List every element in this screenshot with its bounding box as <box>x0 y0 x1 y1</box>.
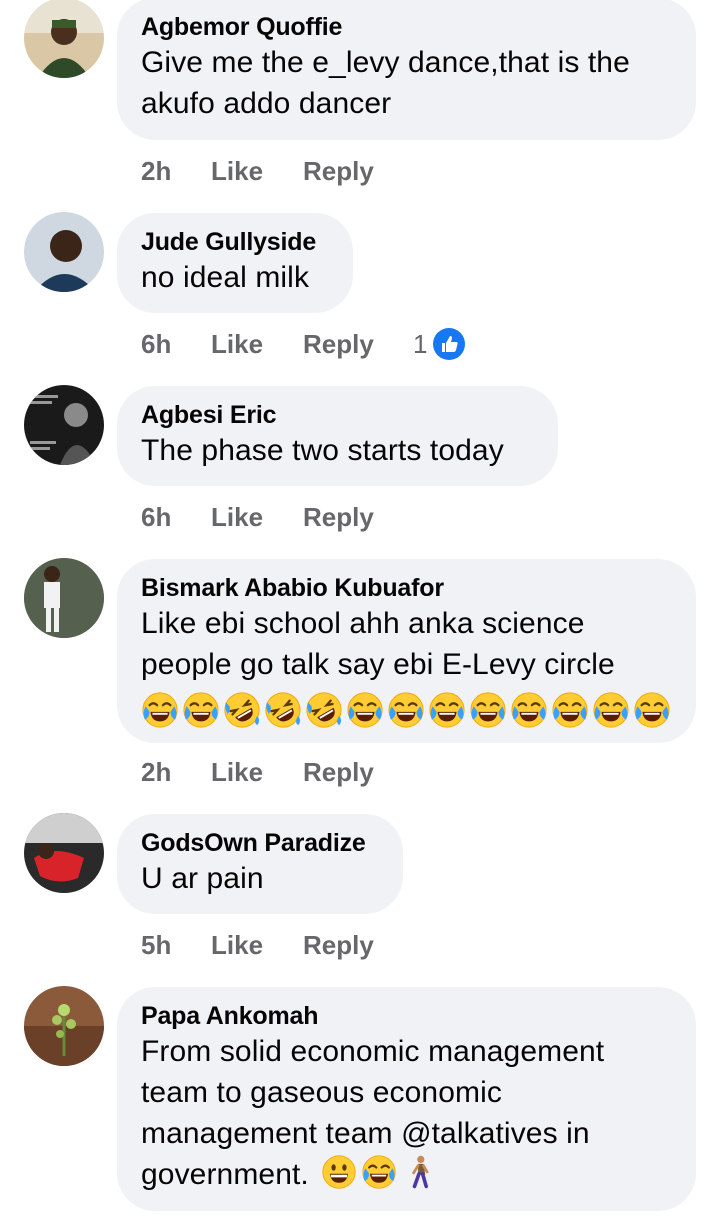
comment-text: no ideal milk <box>141 261 310 294</box>
grinning-emoji-icon <box>321 1154 357 1190</box>
like-button[interactable]: Like <box>211 930 303 961</box>
comment-text: The phase two starts today <box>141 434 504 467</box>
rofl-emoji-icon <box>223 691 261 729</box>
comment-actions: 5h Like Reply <box>141 928 413 962</box>
author-name[interactable]: Agbesi Eric <box>141 400 534 430</box>
timestamp[interactable]: 2h <box>141 156 211 187</box>
avatar[interactable] <box>24 813 104 893</box>
emoji-row <box>141 691 672 729</box>
timestamp[interactable]: 6h <box>141 502 211 533</box>
person-walking-emoji-icon <box>401 1154 437 1190</box>
reply-button[interactable]: Reply <box>303 502 413 533</box>
comment-bubble[interactable]: Papa Ankomah From solid economic managem… <box>117 987 696 1211</box>
thumbs-up-icon <box>433 328 466 360</box>
comment-actions: 6h Like Reply 1 <box>141 327 466 361</box>
joy-emoji-icon <box>633 691 671 729</box>
comment-text: U ar pain <box>141 862 264 895</box>
comment-bubble[interactable]: Bismark Ababio Kubuafor Like ebi school … <box>117 559 696 743</box>
comment-actions: 6h Like Reply <box>141 500 413 534</box>
comment-bubble[interactable]: GodsOwn Paradize U ar pain <box>117 814 403 914</box>
reaction-summary[interactable]: 1 <box>413 328 466 360</box>
joy-emoji-icon <box>510 691 548 729</box>
joy-emoji-icon <box>361 1154 397 1190</box>
like-button[interactable]: Like <box>211 757 303 788</box>
avatar[interactable] <box>24 385 104 465</box>
like-button[interactable]: Like <box>211 502 303 533</box>
comment-bubble[interactable]: Jude Gullyside no ideal milk <box>117 213 353 313</box>
reply-button[interactable]: Reply <box>303 930 413 961</box>
comment-text: Like ebi school ahh anka science people … <box>141 607 615 681</box>
author-name[interactable]: Jude Gullyside <box>141 227 329 257</box>
joy-emoji-icon <box>592 691 630 729</box>
avatar[interactable] <box>24 558 104 638</box>
comment-actions: 2h Like Reply <box>141 755 413 789</box>
comment-text: Give me the e_levy dance,that is the aku… <box>141 46 630 120</box>
reply-button[interactable]: Reply <box>303 329 413 360</box>
comment-actions: 2h Like Reply <box>141 154 413 188</box>
timestamp[interactable]: 5h <box>141 930 211 961</box>
reaction-count: 1 <box>413 328 428 359</box>
author-name[interactable]: GodsOwn Paradize <box>141 828 379 858</box>
like-button[interactable]: Like <box>211 329 303 360</box>
avatar[interactable] <box>24 986 104 1066</box>
joy-emoji-icon <box>346 691 384 729</box>
reply-button[interactable]: Reply <box>303 757 413 788</box>
joy-emoji-icon <box>182 691 220 729</box>
joy-emoji-icon <box>428 691 466 729</box>
like-button[interactable]: Like <box>211 156 303 187</box>
comment-bubble[interactable]: Agbemor Quoffie Give me the e_levy dance… <box>117 0 696 140</box>
rofl-emoji-icon <box>264 691 302 729</box>
comment-text: From solid economic management team to g… <box>141 1035 605 1191</box>
reply-button[interactable]: Reply <box>303 156 413 187</box>
rofl-emoji-icon <box>305 691 343 729</box>
joy-emoji-icon <box>551 691 589 729</box>
avatar[interactable] <box>24 0 104 78</box>
joy-emoji-icon <box>469 691 507 729</box>
timestamp[interactable]: 2h <box>141 757 211 788</box>
joy-emoji-icon <box>141 691 179 729</box>
author-name[interactable]: Papa Ankomah <box>141 1001 672 1031</box>
joy-emoji-icon <box>387 691 425 729</box>
comment-bubble[interactable]: Agbesi Eric The phase two starts today <box>117 386 558 486</box>
timestamp[interactable]: 6h <box>141 329 211 360</box>
author-name[interactable]: Bismark Ababio Kubuafor <box>141 573 672 603</box>
avatar[interactable] <box>24 212 104 292</box>
author-name[interactable]: Agbemor Quoffie <box>141 12 672 42</box>
